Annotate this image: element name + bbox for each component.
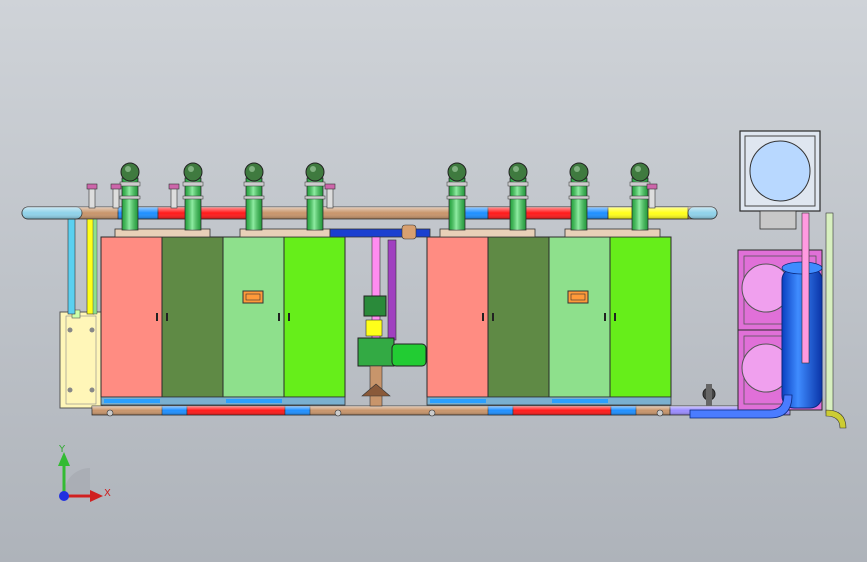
boiler-cabinet-pink[interactable] xyxy=(426,236,489,398)
flue-stack xyxy=(568,162,590,231)
boiler-group-left[interactable] xyxy=(100,228,346,406)
flue-stack xyxy=(119,162,141,231)
flue-stack xyxy=(629,162,651,231)
door-handle xyxy=(482,313,484,321)
boiler-cabinet-lightgreen[interactable] xyxy=(222,236,285,398)
flue-stack xyxy=(243,162,265,231)
exchanger-feed-pipe-blue xyxy=(67,213,76,315)
cad-viewport[interactable]: Y X xyxy=(0,0,867,562)
boiler-cabinet-lightgreen[interactable] xyxy=(548,236,611,398)
flue-stack xyxy=(182,162,204,231)
door-handle xyxy=(614,313,616,321)
flue-stack xyxy=(507,162,529,231)
flue-stack xyxy=(446,162,468,231)
riser-pipe-green xyxy=(825,212,834,414)
plate-heat-exchanger[interactable] xyxy=(59,309,103,409)
return-header-pipe[interactable] xyxy=(91,405,791,417)
exchanger-feed-pipe-green xyxy=(92,213,98,315)
boiler-cabinet-olive[interactable] xyxy=(487,236,550,398)
flue-stack xyxy=(304,162,326,231)
boiler-group-right[interactable] xyxy=(426,228,672,406)
door-handle xyxy=(156,313,158,321)
axis-label-x: X xyxy=(104,488,111,499)
boiler-cabinet-brightgreen[interactable] xyxy=(609,236,672,398)
boiler-cabinet-pink[interactable] xyxy=(100,236,163,398)
pump-motor[interactable] xyxy=(391,343,427,367)
boiler-cabinet-brightgreen[interactable] xyxy=(283,236,346,398)
riser-pipe-pink xyxy=(801,212,810,364)
door-handle xyxy=(492,313,494,321)
door-handle xyxy=(288,313,290,321)
door-handle xyxy=(166,313,168,321)
boiler-cabinet-olive[interactable] xyxy=(161,236,224,398)
door-handle xyxy=(604,313,606,321)
door-handle xyxy=(278,313,280,321)
axis-label-y: Y xyxy=(58,444,66,455)
